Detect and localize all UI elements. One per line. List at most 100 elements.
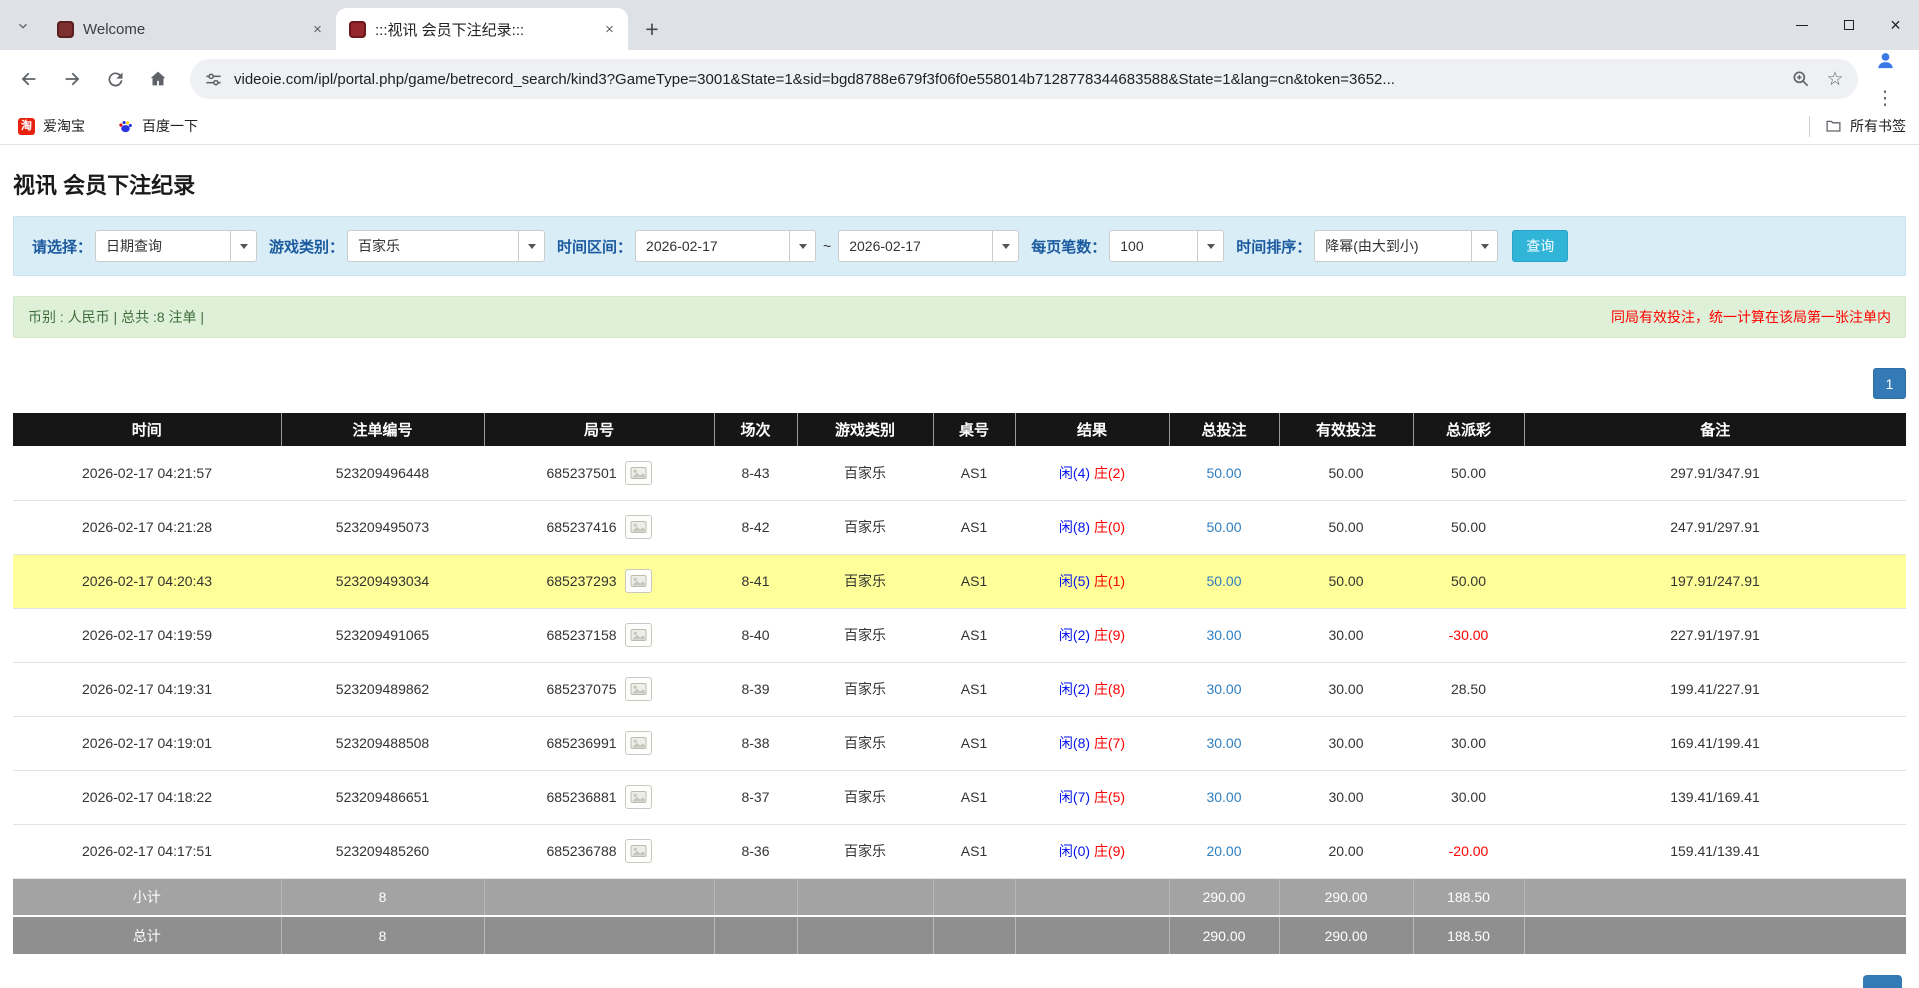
tab-search-button[interactable] — [9, 12, 36, 39]
cell-bet-number: 523209486651 — [281, 770, 484, 824]
new-tab-button[interactable]: + — [637, 14, 667, 44]
date-from-select[interactable]: 2026-02-17 — [635, 230, 816, 262]
dropdown-button[interactable] — [992, 230, 1019, 262]
total-bet-link[interactable]: 50.00 — [1206, 573, 1241, 589]
summary-empty — [797, 878, 933, 916]
dropdown-button[interactable] — [789, 230, 816, 262]
round-number-text: 685237293 — [546, 573, 616, 589]
page-number-button[interactable]: 1 — [1873, 368, 1906, 399]
cell-total-bet: 30.00 — [1169, 662, 1279, 716]
cell-time: 2026-02-17 04:18:22 — [13, 770, 281, 824]
total-bet-link[interactable]: 30.00 — [1206, 627, 1241, 643]
tab-close-icon[interactable]: × — [307, 19, 328, 40]
dropdown-button[interactable] — [518, 230, 545, 262]
table-body: 2026-02-17 04:21:57523209496448685237501… — [13, 446, 1906, 954]
round-replay-icon[interactable] — [625, 785, 652, 809]
round-replay-icon[interactable] — [625, 731, 652, 755]
payout-value: 50.00 — [1451, 465, 1486, 481]
chevron-down-icon — [240, 244, 248, 249]
cell-time: 2026-02-17 04:21:28 — [13, 500, 281, 554]
summary-valid-bet: 290.00 — [1279, 916, 1413, 954]
table-row: 2026-02-17 04:21:28523209495073685237416… — [13, 500, 1906, 554]
total-bet-link[interactable]: 30.00 — [1206, 735, 1241, 751]
dropdown-button[interactable] — [230, 230, 257, 262]
search-button[interactable]: 查询 — [1512, 230, 1568, 262]
round-replay-icon[interactable] — [625, 515, 652, 539]
per-page-select[interactable]: 100 — [1109, 230, 1224, 262]
round-replay-icon[interactable] — [625, 839, 652, 863]
cell-table-number: AS1 — [933, 446, 1015, 500]
cell-round-number: 685237416 — [484, 500, 714, 554]
cell-note: 197.91/247.91 — [1524, 554, 1906, 608]
round-replay-icon[interactable] — [625, 569, 652, 593]
round-number-text: 685237501 — [546, 465, 616, 481]
site-info-icon[interactable] — [204, 70, 223, 89]
cell-table-number: AS1 — [933, 662, 1015, 716]
bottom-pagination-button[interactable] — [1863, 975, 1902, 988]
cell-bet-number: 523209485260 — [281, 824, 484, 878]
minimize-button[interactable] — [1778, 0, 1825, 50]
cell-game-type: 百家乐 — [797, 554, 933, 608]
total-bet-link[interactable]: 20.00 — [1206, 843, 1241, 859]
round-replay-icon[interactable] — [625, 677, 652, 701]
cell-payout: 50.00 — [1413, 446, 1524, 500]
dropdown-button[interactable] — [1471, 230, 1498, 262]
total-bet-link[interactable]: 30.00 — [1206, 789, 1241, 805]
round-replay-icon[interactable] — [625, 461, 652, 485]
reload-button[interactable] — [96, 60, 134, 98]
back-icon — [18, 68, 40, 90]
bookmark-label: 百度一下 — [142, 116, 198, 136]
close-button[interactable]: × — [1872, 0, 1919, 50]
summary-empty — [1524, 878, 1906, 916]
dropdown-button[interactable] — [1197, 230, 1224, 262]
cell-payout: 50.00 — [1413, 500, 1524, 554]
tab-bet-record[interactable]: :::视讯 会员下注纪录::: × — [336, 8, 628, 50]
browser-menu-button[interactable]: ⋮ — [1866, 79, 1904, 117]
cell-round-number: 685237501 — [484, 446, 714, 500]
back-button[interactable] — [10, 60, 48, 98]
forward-button[interactable] — [53, 60, 91, 98]
date-to-select[interactable]: 2026-02-17 — [838, 230, 1019, 262]
maximize-button[interactable] — [1825, 0, 1872, 50]
bookmark-aitaobao[interactable]: 淘 爱淘宝 — [13, 113, 90, 140]
toolbar-right: ⋮ — [1866, 41, 1909, 117]
query-type-select[interactable]: 日期查询 — [95, 230, 257, 262]
sort-select[interactable]: 降幂(由大到小) — [1314, 230, 1498, 262]
result-banker: 庄(2) — [1094, 465, 1125, 481]
cell-time: 2026-02-17 04:21:57 — [13, 446, 281, 500]
url-bar[interactable]: videoie.com/ipl/portal.php/game/betrecor… — [190, 59, 1858, 99]
column-header: 场次 — [714, 413, 797, 446]
total-bet-link[interactable]: 50.00 — [1206, 465, 1241, 481]
bookmark-baidu[interactable]: 百度一下 — [112, 113, 203, 140]
cell-valid-bet: 50.00 — [1279, 554, 1413, 608]
result-banker: 庄(1) — [1094, 573, 1125, 589]
total-bet-link[interactable]: 30.00 — [1206, 681, 1241, 697]
cell-session: 8-38 — [714, 716, 797, 770]
total-bet-link[interactable]: 50.00 — [1206, 519, 1241, 535]
tab-welcome[interactable]: Welcome × — [44, 8, 336, 50]
result-player: 闲(7) — [1059, 789, 1090, 805]
round-replay-icon[interactable] — [625, 623, 652, 647]
cell-round-number: 685236881 — [484, 770, 714, 824]
home-button[interactable] — [139, 60, 177, 98]
cell-table-number: AS1 — [933, 500, 1015, 554]
cell-payout: 30.00 — [1413, 716, 1524, 770]
chevron-down-icon — [16, 19, 30, 33]
cell-time: 2026-02-17 04:19:31 — [13, 662, 281, 716]
three-dot-menu-icon: ⋮ — [1876, 87, 1895, 110]
payout-value: 30.00 — [1451, 789, 1486, 805]
game-type-select[interactable]: 百家乐 — [347, 230, 545, 262]
page-title: 视讯 会员下注纪录 — [13, 145, 1906, 216]
column-header: 总派彩 — [1413, 413, 1524, 446]
cell-bet-number: 523209493034 — [281, 554, 484, 608]
table-row: 2026-02-17 04:20:43523209493034685237293… — [13, 554, 1906, 608]
url-text: videoie.com/ipl/portal.php/game/betrecor… — [234, 71, 1784, 88]
cell-table-number: AS1 — [933, 770, 1015, 824]
bookmark-star-button[interactable]: ☆ — [1818, 62, 1852, 96]
all-bookmarks-button[interactable]: 所有书签 — [1809, 116, 1906, 137]
cell-total-bet: 20.00 — [1169, 824, 1279, 878]
bookmark-label: 爱淘宝 — [43, 116, 85, 136]
column-header: 总投注 — [1169, 413, 1279, 446]
tab-close-icon[interactable]: × — [599, 19, 620, 40]
zoom-button[interactable] — [1784, 62, 1818, 96]
